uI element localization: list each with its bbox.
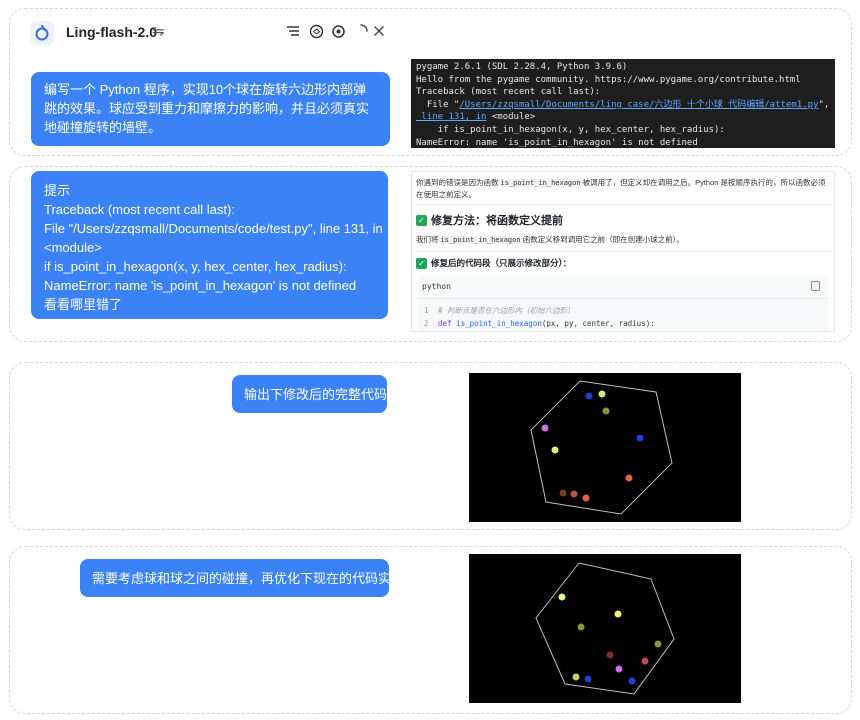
code-language-label: python [422,282,451,291]
code-line: 1 # 判断点是否在六边形内（初始六边形） [424,306,575,315]
response-intro: 你遇到的错误是因为函数 is_point_in_hexagon 被调用了，但定义却在… [416,178,826,199]
terminal-line: line 131, in <module> [416,112,536,123]
code-line: 2 def is_point_in_hexagon(px, py, center,… [424,319,655,328]
settings-icon[interactable] [329,22,347,40]
terminal-line: Traceback (most recent call last): [416,87,601,98]
message-line: File "/Users/zzqsmall/Documents/code/tes… [44,221,383,236]
chatgpt-icon[interactable] [307,22,325,40]
response-paragraph: 我们将 is_point_in_hexagon 函数定义移到调用它之前（即在创建小球… [416,235,684,244]
response-heading-code: ✓ 修复后的代码段（只展示修改部分）： [416,257,571,269]
terminal-line: NameError: name 'is_point_in_hexagon' is… [416,137,698,148]
filter-icon[interactable] [284,22,302,40]
message-line: NameError: name 'is_point_in_hexagon' is… [44,278,357,293]
loading-icon [352,22,370,40]
terminal-line: File "/Users/zzqsmall/Documents/ling_cas… [416,99,830,110]
check-icon: ✓ [416,214,427,226]
swap-model-icon[interactable]: ⇋ [152,22,165,40]
close-icon[interactable] [370,22,388,40]
terminal-line: Hello from the pygame community. https:/… [416,74,801,85]
file-path-link[interactable]: /Users/zzqsmall/Documents/ling_case/六边形_… [459,100,818,110]
hexagon-simulation-screenshot-2 [469,554,741,703]
code-block: python 1 # 判断点是否在六边形内（初始六边形） 2 def is_poin… [418,276,828,331]
response-heading-fix: ✓ 修复方法：将函数定义提前 [416,212,563,228]
user-message-1: 编写一个 Python 程序，实现10个球在旋转六边形内部弹跳的效果。球应受到重… [31,72,390,146]
assistant-response: 你遇到的错误是因为函数 is_point_in_hexagon 被调用了，但定义却在… [411,171,835,332]
line-number-link[interactable]: line 131, in [416,112,486,122]
terminal-output: pygame 2.6.1 (SDL 2.28.4, Python 3.9.6) H… [411,59,835,148]
message-line: 看看哪里错了 [44,297,123,312]
message-line: if is_point_in_hexagon(x, y, hex_center,… [44,259,347,274]
check-icon: ✓ [416,257,427,269]
terminal-line: if is_point_in_hexagon(x, y, hex_center,… [416,124,725,135]
app-header [30,20,54,46]
user-message-3: 输出下修改后的完整代码 [232,375,387,413]
message-line: 提示 [44,183,71,198]
ling-logo-icon [30,21,54,45]
terminal-line: pygame 2.6.1 (SDL 2.28.4, Python 3.9.6) [416,62,628,72]
hexagon-simulation-screenshot-1 [469,373,741,522]
message-line: <module> [44,240,102,255]
copy-icon[interactable] [811,281,820,291]
user-message-2: 提示 Traceback (most recent call last): Fi… [31,171,388,319]
user-message-4: 需要考虑球和球之间的碰撞，再优化下现在的代码实现 [80,559,404,597]
message-line: Traceback (most recent call last): [44,202,235,217]
app-title: Ling-flash-2.0 [66,24,158,40]
